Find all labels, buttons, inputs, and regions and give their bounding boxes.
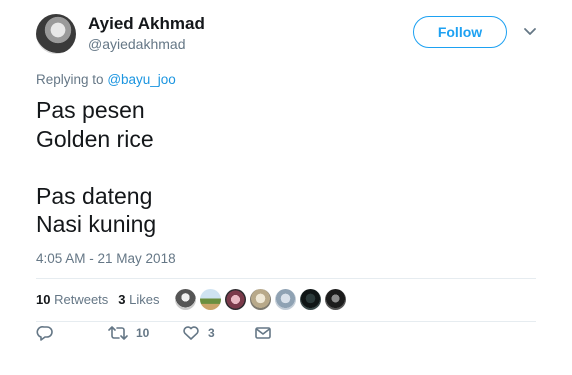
retweets-count: 10 [36,292,51,307]
liker-avatar[interactable] [200,289,221,310]
tweet-text: Pas pesen Golden rice Pas dateng Nasi ku… [36,97,157,237]
retweet-icon [108,325,128,341]
follow-button[interactable]: Follow [413,16,507,48]
like-button[interactable]: 3 [182,325,215,341]
reply-prefix: Replying to [36,72,104,87]
retweet-action-count: 10 [136,326,150,340]
reply-button[interactable] [36,325,54,341]
liker-avatar[interactable] [175,289,196,310]
liker-avatar[interactable] [225,289,246,310]
retweets-stat[interactable]: 10 Retweets [36,292,108,307]
follow-label: Follow [437,24,483,40]
chevron-down-icon[interactable] [522,26,538,38]
likes-stat[interactable]: 3 Likes [118,292,159,307]
engagement-stats: 10 Retweets 3 Likes [36,292,160,307]
message-button[interactable] [254,325,272,341]
user-name[interactable]: Ayied Akhmad [88,14,205,34]
likes-label: Likes [129,292,160,307]
timestamp[interactable]: 4:05 AM - 21 May 2018 [36,251,176,266]
reply-icon [36,325,54,341]
liker-avatar[interactable] [275,289,296,310]
like-icon [182,325,200,341]
divider [36,321,536,322]
avatar[interactable] [36,14,76,54]
likers-avatars [175,289,346,310]
like-action-count: 3 [208,326,215,340]
message-icon [254,325,272,341]
reply-context: Replying to @bayu_joo [36,72,176,87]
likes-count: 3 [118,292,126,307]
liker-avatar[interactable] [300,289,321,310]
reply-mention[interactable]: @bayu_joo [107,72,176,87]
divider [36,278,536,279]
retweets-label: Retweets [54,292,109,307]
retweet-button[interactable]: 10 [108,325,149,341]
liker-avatar[interactable] [325,289,346,310]
liker-avatar[interactable] [250,289,271,310]
user-handle[interactable]: @ayiedakhmad [88,36,186,52]
